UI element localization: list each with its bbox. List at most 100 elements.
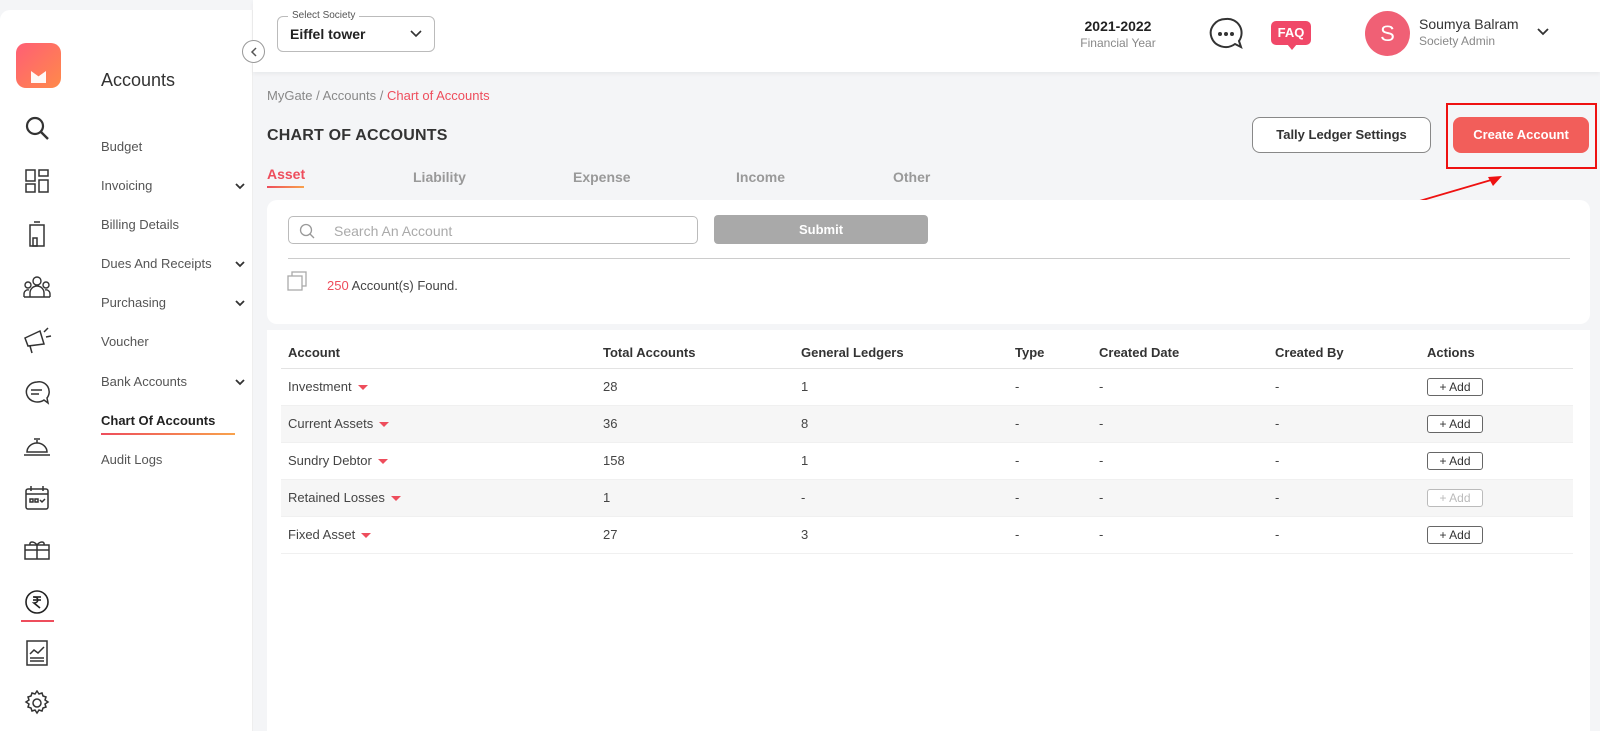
submenu-item-purchasing[interactable]: Purchasing <box>101 293 245 313</box>
chat-bubble-icon[interactable] <box>21 377 53 409</box>
account-name: Retained Losses <box>288 490 385 505</box>
general-ledgers-cell: - <box>801 479 1015 517</box>
table-row: Sundry Debtor 158 1 - - - + Add <box>281 442 1573 480</box>
caret-down-icon[interactable] <box>379 422 390 428</box>
building-icon[interactable] <box>21 218 53 250</box>
submenu-item-voucher[interactable]: Voucher <box>101 332 236 352</box>
add-button[interactable]: + Add <box>1427 451 1483 470</box>
megaphone-icon[interactable] <box>21 324 53 356</box>
users-icon[interactable] <box>21 271 53 303</box>
account-cell: Sundry Debtor <box>281 442 603 480</box>
total-accounts-cell: 36 <box>603 405 801 443</box>
chevron-down-icon <box>410 30 422 38</box>
account-cell: Fixed Asset <box>281 516 603 554</box>
accounts-found-count: 250 <box>327 278 349 293</box>
submenu-item-label: Voucher <box>101 334 149 349</box>
general-ledgers-cell: 1 <box>801 368 1015 406</box>
create-account-button[interactable]: Create Account <box>1453 117 1589 153</box>
faq-button[interactable]: FAQ <box>1271 21 1311 50</box>
tab-liability[interactable]: Liability <box>413 169 466 185</box>
tab-other[interactable]: Other <box>893 169 930 185</box>
add-button[interactable]: + Add <box>1427 414 1483 433</box>
financial-year[interactable]: 2021-2022 Financial Year <box>1073 18 1163 50</box>
tab-active-underline <box>267 186 304 188</box>
search-icon <box>299 223 315 239</box>
submenu-item-invoicing[interactable]: Invoicing <box>101 176 245 196</box>
actions-cell: + Add <box>1427 368 1573 406</box>
breadcrumb-separator: / <box>312 88 323 103</box>
accounts-submenu: Accounts Budget Invoicing Billing Detail… <box>76 10 253 731</box>
tab-expense[interactable]: Expense <box>573 169 631 185</box>
chevron-down-icon <box>235 379 245 386</box>
chevron-down-icon[interactable] <box>1536 27 1550 37</box>
created-date-cell: - <box>1099 368 1275 406</box>
caret-down-icon[interactable] <box>390 496 401 502</box>
created-by-cell: - <box>1275 442 1427 480</box>
society-select-label: Select Society <box>288 10 360 21</box>
submenu-item-label: Invoicing <box>101 178 153 193</box>
type-cell: - <box>1015 368 1099 406</box>
submenu-item-chart-of-accounts[interactable]: Chart Of Accounts <box>101 411 236 431</box>
calendar-icon[interactable] <box>21 482 53 514</box>
mygate-logo[interactable] <box>16 43 61 88</box>
breadcrumb-current: Chart of Accounts <box>386 88 490 103</box>
add-button[interactable]: + Add <box>1427 377 1483 396</box>
page-title: CHART OF ACCOUNTS <box>267 127 448 144</box>
society-select[interactable]: Select Society Eiffel tower <box>277 10 435 52</box>
account-name: Fixed Asset <box>288 527 356 542</box>
tab-asset[interactable]: Asset <box>267 166 305 182</box>
tab-income[interactable]: Income <box>736 169 785 185</box>
table-row: Fixed Asset 27 3 - - - + Add <box>281 516 1573 554</box>
search-input[interactable] <box>334 221 684 241</box>
search-icon[interactable] <box>21 112 53 144</box>
column-header-created-by: Created By <box>1275 338 1427 369</box>
account-cell: Current Assets <box>281 405 603 443</box>
column-header-account: Account <box>281 338 603 369</box>
submenu-item-bank-accounts[interactable]: Bank Accounts <box>101 372 245 392</box>
submit-button[interactable]: Submit <box>714 215 928 244</box>
collapse-sidebar-button[interactable] <box>242 40 265 63</box>
type-cell: - <box>1015 442 1099 480</box>
column-header-general-ledgers: General Ledgers <box>801 338 1015 369</box>
gift-icon[interactable] <box>21 534 53 566</box>
breadcrumb-item-mygate[interactable]: MyGate <box>267 88 313 103</box>
add-button[interactable]: + Add <box>1427 525 1483 544</box>
actions-cell: + Add <box>1427 405 1573 443</box>
chevron-down-icon <box>235 261 245 268</box>
column-header-created-date: Created Date <box>1099 338 1275 369</box>
submenu-item-budget[interactable]: Budget <box>101 137 236 157</box>
caret-down-icon[interactable] <box>377 459 388 465</box>
submenu-item-label: Audit Logs <box>101 452 163 467</box>
tally-ledger-settings-button[interactable]: Tally Ledger Settings <box>1252 117 1431 153</box>
created-by-cell: - <box>1275 479 1427 517</box>
caret-down-icon[interactable] <box>357 385 368 391</box>
type-cell: - <box>1015 405 1099 443</box>
user-role: Society Admin <box>1419 34 1496 48</box>
dashboard-icon[interactable] <box>21 165 53 197</box>
accounts-found-text: 250 Account(s) Found. <box>327 278 458 293</box>
report-icon[interactable] <box>21 637 53 669</box>
chat-icon[interactable] <box>1209 17 1243 51</box>
actions-cell: + Add <box>1427 516 1573 554</box>
reception-bell-icon[interactable] <box>21 430 53 462</box>
created-date-cell: - <box>1099 442 1275 480</box>
created-by-cell: - <box>1275 516 1427 554</box>
general-ledgers-cell: 8 <box>801 405 1015 443</box>
general-ledgers-cell: 1 <box>801 442 1015 480</box>
submenu-active-underline <box>101 433 235 435</box>
submenu-item-label: Dues And Receipts <box>101 256 212 271</box>
created-date-cell: - <box>1099 405 1275 443</box>
rupee-icon[interactable] <box>21 586 53 618</box>
avatar[interactable]: S <box>1365 11 1410 56</box>
accounts-found-suffix: Account(s) Found. <box>348 278 458 293</box>
caret-down-icon[interactable] <box>361 533 372 539</box>
total-accounts-cell: 28 <box>603 368 801 406</box>
submenu-item-billing-details[interactable]: Billing Details <box>101 215 236 235</box>
submenu-item-dues-and-receipts[interactable]: Dues And Receipts <box>101 254 245 274</box>
breadcrumb-item-accounts[interactable]: Accounts <box>323 88 376 103</box>
gear-icon[interactable] <box>21 687 53 719</box>
submenu-item-audit-logs[interactable]: Audit Logs <box>101 450 236 470</box>
created-by-cell: - <box>1275 405 1427 443</box>
search-field[interactable] <box>288 216 698 244</box>
add-button-disabled: + Add <box>1427 488 1483 507</box>
